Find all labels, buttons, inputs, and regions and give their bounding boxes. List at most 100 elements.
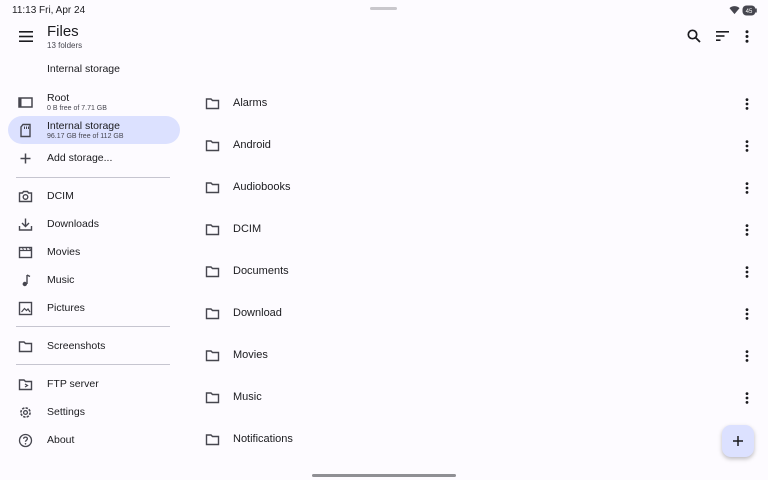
- add-icon: [18, 151, 33, 166]
- file-row-download[interactable]: Download: [192, 293, 768, 335]
- file-row-android[interactable]: Android: [192, 125, 768, 167]
- sd-card-icon: [18, 123, 33, 138]
- more-vert-icon: [745, 98, 749, 110]
- item-more-button[interactable]: [738, 304, 756, 324]
- file-row-documents[interactable]: Documents: [192, 251, 768, 293]
- search-icon: [687, 29, 701, 43]
- sort-icon: [715, 31, 729, 41]
- drawer-item-label: Movies: [47, 246, 81, 258]
- more-vert-icon: [745, 350, 749, 362]
- drawer-item-downloads[interactable]: Downloads: [8, 210, 180, 238]
- file-row-music[interactable]: Music: [192, 377, 768, 419]
- gesture-home-bar[interactable]: [312, 474, 456, 477]
- drawer-item-sub: 0 B free of 7.71 GB: [47, 105, 107, 112]
- wifi-icon: [729, 5, 740, 15]
- folder-icon: [205, 96, 220, 111]
- top-drag-handle[interactable]: [370, 7, 397, 10]
- settings-icon: [18, 405, 33, 420]
- more-vert-icon: [745, 140, 749, 152]
- item-more-button[interactable]: [738, 94, 756, 114]
- file-name: Audiobooks: [233, 181, 291, 193]
- more-vert-icon: [745, 266, 749, 278]
- item-more-button[interactable]: [738, 346, 756, 366]
- battery-icon: 45: [742, 5, 757, 16]
- item-more-button[interactable]: [738, 388, 756, 408]
- item-more-button[interactable]: [738, 262, 756, 282]
- status-time: 11:13: [12, 5, 37, 16]
- add-icon: [732, 435, 744, 447]
- overflow-menu-button[interactable]: [735, 24, 759, 48]
- drawer-item-label: Screenshots: [47, 340, 106, 352]
- folder-icon: [205, 138, 220, 153]
- file-name: Android: [233, 139, 271, 151]
- create-fab[interactable]: [722, 425, 754, 457]
- status-bar: 11:13 Fri, Apr 24 45: [0, 0, 768, 22]
- ftp-icon: [18, 377, 33, 392]
- download-icon: [18, 217, 33, 232]
- more-vert-icon: [745, 29, 749, 43]
- folder-icon: [205, 432, 220, 447]
- movie-icon: [18, 245, 33, 260]
- page-title: Files: [47, 23, 79, 40]
- drawer-item-label: Internal storage: [47, 120, 120, 132]
- drawer-item-label: Pictures: [47, 302, 85, 314]
- drawer-item-about[interactable]: About: [8, 426, 180, 454]
- folder-icon: [205, 264, 220, 279]
- drawer-divider: [16, 364, 170, 365]
- drawer-item-label: About: [47, 434, 75, 446]
- image-icon: [18, 301, 33, 316]
- file-name: Notifications: [233, 433, 293, 445]
- more-vert-icon: [745, 224, 749, 236]
- drawer-item-label: FTP server: [47, 378, 99, 390]
- folder-icon: [205, 180, 220, 195]
- drawer-item-sub: 96.17 GB free of 112 GB: [47, 133, 124, 140]
- file-name: Music: [233, 391, 262, 403]
- folder-icon: [205, 348, 220, 363]
- file-row-movies[interactable]: Movies: [192, 335, 768, 377]
- drawer-item-dcim[interactable]: DCIM: [8, 182, 180, 210]
- help-icon: [18, 433, 33, 448]
- drawer-item-movies[interactable]: Movies: [8, 238, 180, 266]
- search-button[interactable]: [682, 24, 706, 48]
- drawer-item-root[interactable]: Root 0 B free of 7.71 GB: [8, 88, 180, 116]
- drawer-item-screenshots[interactable]: Screenshots: [8, 332, 180, 360]
- drawer-item-label: Add storage...: [47, 152, 113, 164]
- drawer-item-music[interactable]: Music: [8, 266, 180, 294]
- file-row-audiobooks[interactable]: Audiobooks: [192, 167, 768, 209]
- drawer-item-settings[interactable]: Settings: [8, 398, 180, 426]
- more-vert-icon: [745, 182, 749, 194]
- folder-icon: [205, 390, 220, 405]
- drawer-item-ftp-server[interactable]: FTP server: [8, 370, 180, 398]
- more-vert-icon: [745, 308, 749, 320]
- drawer-item-add-storage[interactable]: Add storage...: [8, 144, 180, 172]
- folder-icon: [205, 306, 220, 321]
- file-row-alarms[interactable]: Alarms: [192, 83, 768, 125]
- more-vert-icon: [745, 392, 749, 404]
- drawer-item-label: Music: [47, 274, 75, 286]
- drawer-item-label: Root: [47, 92, 70, 104]
- item-more-button[interactable]: [738, 136, 756, 156]
- svg-text:45: 45: [746, 9, 753, 15]
- file-name: Download: [233, 307, 282, 319]
- root-storage-icon: [18, 95, 33, 110]
- music-note-icon: [18, 273, 33, 288]
- drawer-item-pictures[interactable]: Pictures: [8, 294, 180, 322]
- status-date: Fri, Apr 24: [39, 5, 86, 16]
- drawer-item-label: Downloads: [47, 218, 99, 230]
- file-row-notifications[interactable]: Notifications: [192, 419, 768, 461]
- sort-button[interactable]: [710, 24, 734, 48]
- menu-button[interactable]: [14, 26, 38, 46]
- file-name: Alarms: [233, 97, 268, 109]
- file-name: Movies: [233, 349, 268, 361]
- drawer-item-label: DCIM: [47, 190, 74, 202]
- camera-icon: [18, 189, 33, 204]
- item-more-button[interactable]: [738, 178, 756, 198]
- drawer-section-title: Internal storage: [47, 63, 120, 75]
- drawer-item-label: Settings: [47, 406, 85, 418]
- file-name: Documents: [233, 265, 289, 277]
- folder-icon: [18, 339, 33, 354]
- file-row-dcim[interactable]: DCIM: [192, 209, 768, 251]
- item-more-button[interactable]: [738, 220, 756, 240]
- folder-count: 13 folders: [47, 41, 83, 50]
- drawer-item-internal-storage[interactable]: Internal storage 96.17 GB free of 112 GB: [8, 116, 180, 144]
